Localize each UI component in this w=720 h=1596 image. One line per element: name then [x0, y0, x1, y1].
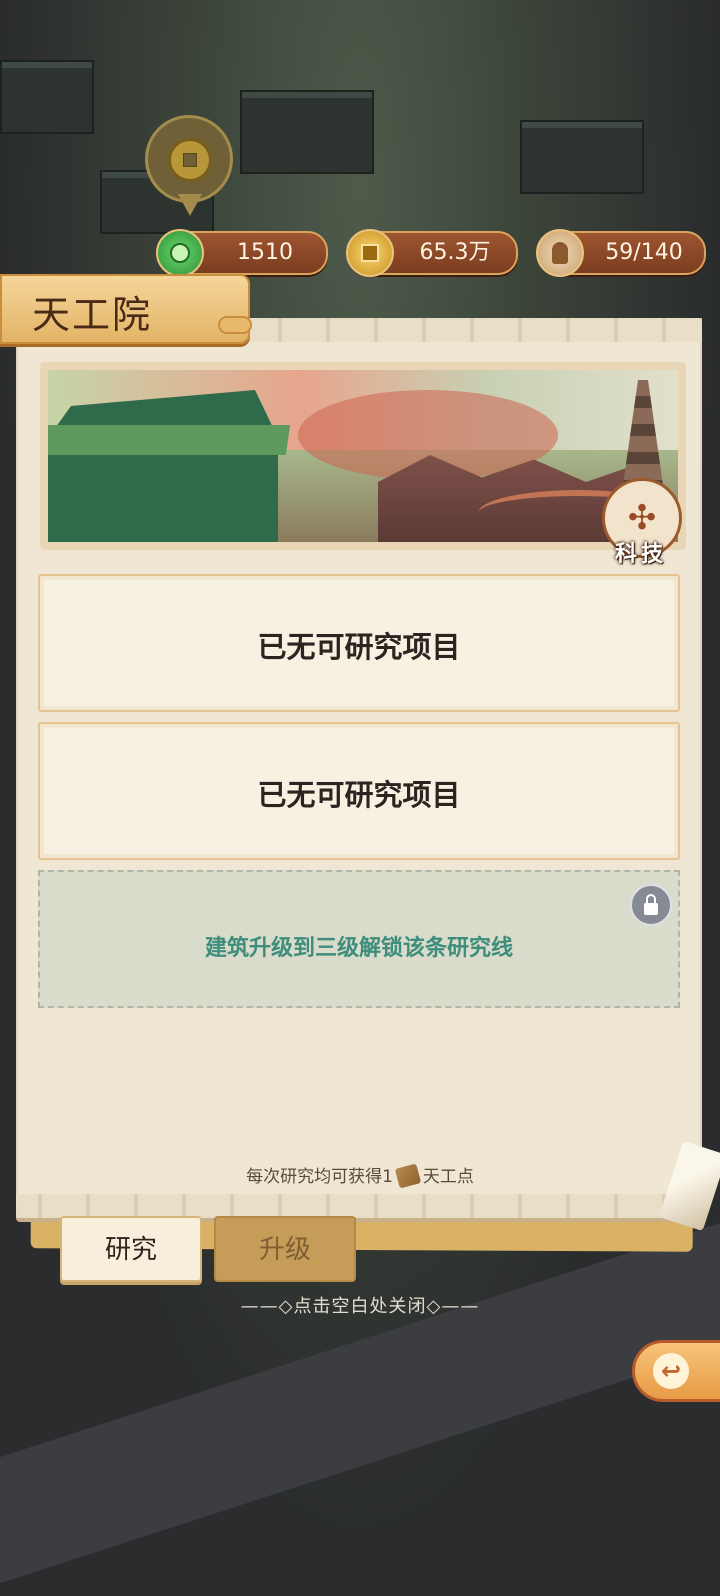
tiangong-point-icon [394, 1163, 422, 1189]
research-slot-status: 已无可研究项目 [257, 630, 461, 664]
research-slot-locked[interactable]: 建筑升级到三级解锁该条研究线 [38, 870, 680, 1008]
coin-icon [346, 229, 394, 277]
jade-icon [156, 229, 204, 277]
panel-border [16, 1194, 702, 1218]
coin-resource[interactable]: 65.3万 [346, 229, 518, 277]
close-hint[interactable]: ——◇点击空白处关闭◇—— [0, 1292, 720, 1318]
worker-icon [536, 229, 584, 277]
unlock-requirement: 建筑升级到三级解锁该条研究线 [204, 936, 513, 961]
worker-value: 59/140 [605, 240, 683, 265]
background-building [0, 60, 94, 134]
jade-value: 1510 [237, 240, 293, 265]
panel-title: 天工院 [32, 293, 153, 337]
research-slot-2[interactable]: 已无可研究项目 [38, 722, 680, 860]
map-coin-pin[interactable] [145, 115, 233, 216]
jade-resource[interactable]: 1510 [156, 229, 328, 277]
coin-value: 65.3万 [419, 240, 491, 265]
coin-icon [168, 138, 212, 182]
tab-research[interactable]: 研究 [60, 1216, 202, 1282]
tech-button[interactable]: ✣ 科技 [598, 478, 684, 567]
research-reward-note: 每次研究均可获得1 天工点 [0, 1162, 720, 1189]
research-slot-status: 已无可研究项目 [257, 778, 461, 812]
city-banner-image [40, 362, 686, 550]
panel-title-tab: 天工院 [0, 274, 252, 344]
return-arrow-icon: ↩ [653, 1353, 689, 1389]
back-button[interactable]: ↩ [632, 1340, 720, 1402]
reward-note-suffix: 天工点 [422, 1167, 474, 1187]
reward-note-prefix: 每次研究均可获得1 [246, 1167, 393, 1187]
tab-upgrade[interactable]: 升级 [214, 1216, 356, 1282]
background-building [520, 120, 644, 194]
research-slot-1[interactable]: 已无可研究项目 [38, 574, 680, 712]
worker-resource[interactable]: 59/140 [536, 229, 706, 277]
tech-label: 科技 [614, 541, 667, 567]
lock-icon [630, 884, 672, 926]
background-building [240, 90, 374, 174]
